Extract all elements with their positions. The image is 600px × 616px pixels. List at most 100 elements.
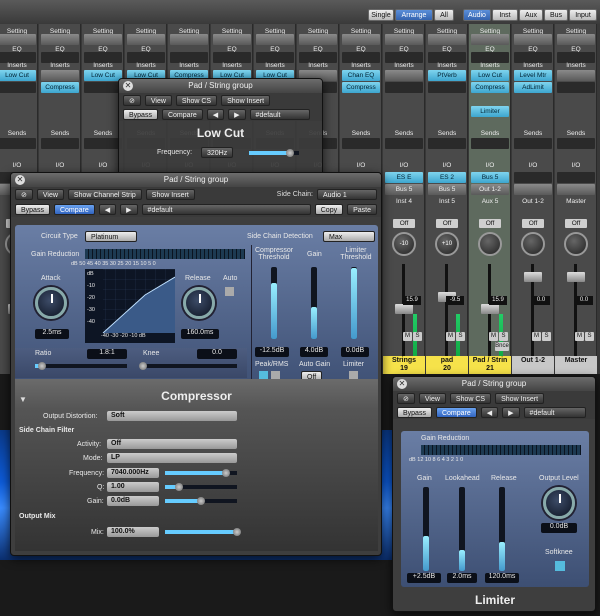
close-icon[interactable]: ✕ [123, 81, 133, 91]
insert-slot-2[interactable]: Compress [342, 82, 380, 93]
auto-release-checkbox[interactable] [225, 287, 234, 296]
preset-menu[interactable]: #default [141, 203, 311, 215]
frequency-slider[interactable] [165, 469, 237, 477]
view-menu[interactable]: View [418, 392, 446, 404]
insert-slot-2[interactable] [84, 82, 122, 93]
compare-button[interactable]: Compare [53, 203, 95, 215]
bypass-button[interactable]: Bypass [123, 108, 158, 120]
insert-slot-1[interactable]: Low Cut [84, 70, 122, 81]
side-chain-menu[interactable]: Audio 1 [317, 188, 377, 200]
insert-slot-1[interactable]: Level Mtr [514, 70, 552, 81]
slider-thumb[interactable] [197, 497, 205, 505]
insert-slot-2[interactable]: AdLimit [514, 82, 552, 93]
input-slot[interactable]: Bus 5 [471, 172, 509, 183]
attack-value[interactable]: 2.5ms [35, 329, 69, 339]
knee-value[interactable]: 0.0 [197, 349, 237, 359]
mode-menu[interactable]: LP [107, 453, 237, 463]
prev-preset-button[interactable]: ◀ [206, 108, 225, 120]
view-menu[interactable]: View [144, 94, 172, 106]
mute-button[interactable]: M [575, 332, 584, 341]
gain-slider[interactable] [311, 267, 317, 339]
input-slot[interactable]: ES E [385, 172, 423, 183]
insert-slot-2[interactable] [0, 82, 36, 93]
output-level-knob[interactable] [543, 487, 575, 519]
off-button[interactable]: Off [393, 219, 415, 228]
close-icon[interactable]: ✕ [15, 175, 25, 185]
attack-knob[interactable] [35, 287, 67, 319]
mute-button[interactable]: M [403, 332, 412, 341]
send-slot[interactable] [0, 138, 36, 149]
release-value[interactable]: 120.0ms [485, 573, 519, 583]
pan-knob[interactable]: -10 [392, 232, 416, 256]
send-slot[interactable] [557, 138, 595, 149]
next-preset-button[interactable]: ▶ [228, 108, 246, 120]
send-slot[interactable] [428, 138, 466, 149]
gain-value[interactable]: 4.0dB [300, 347, 328, 357]
off-button[interactable]: Off [479, 219, 501, 228]
show-insert-menu[interactable]: Show Insert [221, 94, 271, 106]
q-slider[interactable] [165, 483, 237, 491]
frequency-slider[interactable] [249, 149, 299, 157]
bounce-button[interactable]: Bnce [495, 342, 509, 351]
pan-knob[interactable] [521, 232, 545, 256]
pan-knob[interactable]: +10 [435, 232, 459, 256]
insert-slot-2[interactable]: Compress [41, 82, 79, 93]
toolbar-button-single[interactable]: Single [368, 9, 394, 21]
frequency-value[interactable]: 7040.000Hz [107, 468, 159, 478]
output-slot[interactable]: Out 1-2 [471, 184, 509, 195]
solo-button[interactable]: S [585, 332, 594, 341]
filter-gain-value[interactable]: 0.0dB [107, 496, 159, 506]
insert-slot-2[interactable] [557, 82, 595, 93]
show-channel-strip-menu[interactable]: Show Channel Strip [67, 188, 142, 200]
output-distortion-menu[interactable]: Soft [107, 411, 237, 421]
paste-button[interactable]: Paste [347, 203, 377, 215]
activity-menu[interactable]: Off [107, 439, 237, 449]
pan-knob[interactable] [478, 232, 502, 256]
copy-button[interactable]: Copy [314, 203, 344, 215]
close-icon[interactable]: ✕ [397, 379, 407, 389]
output-level-value[interactable]: 0.0dB [541, 523, 577, 533]
insert-slot-1[interactable]: Low Cut [471, 70, 509, 81]
next-preset-button[interactable]: ▶ [502, 406, 520, 418]
circuit-type-menu[interactable]: Platinum [85, 231, 137, 242]
output-slot[interactable]: Bus 5 [385, 184, 423, 195]
gain-value[interactable]: +2.5dB [407, 573, 441, 583]
preset-menu[interactable]: #default [523, 406, 586, 418]
next-preset-button[interactable]: ▶ [120, 203, 138, 215]
solo-button[interactable]: S [499, 332, 508, 341]
toolbar-button-inst[interactable]: Inst [492, 9, 518, 21]
slider-thumb[interactable] [222, 469, 231, 477]
fader-cap[interactable] [567, 272, 585, 282]
insert-slot-1[interactable]: Chan EQ [342, 70, 380, 81]
send-slot[interactable] [41, 138, 79, 149]
solo-button[interactable]: S [456, 332, 465, 341]
toolbar-button-input[interactable]: Input [569, 9, 597, 21]
insert-slot-2[interactable] [428, 82, 466, 93]
toolbar-button-arrange[interactable]: Arrange [395, 9, 433, 21]
toolbar-button-aux[interactable]: Aux [519, 9, 543, 21]
mute-button[interactable]: M [446, 332, 455, 341]
toolbar-button-audio[interactable]: Audio [463, 9, 491, 21]
preset-menu[interactable]: #default [249, 108, 310, 120]
show-insert-menu[interactable]: Show Insert [145, 188, 195, 200]
slider-thumb[interactable] [175, 483, 184, 491]
mute-button[interactable]: M [489, 332, 498, 341]
mute-button[interactable]: M [532, 332, 541, 341]
insert-slot-1[interactable]: Low Cut [0, 70, 36, 81]
solo-button[interactable]: S [413, 332, 422, 341]
compare-button[interactable]: Compare [161, 108, 203, 120]
toolbar-button-bus[interactable]: Bus [544, 9, 568, 21]
link-icon[interactable]: ⊘ [397, 392, 415, 404]
insert-slot-1[interactable] [557, 70, 595, 81]
lookahead-value[interactable]: 2.0ms [447, 573, 477, 583]
insert-slot-2[interactable] [385, 82, 423, 93]
show-cs-menu[interactable]: Show CS [175, 94, 218, 106]
insert-slot-1[interactable]: PtVerb [428, 70, 466, 81]
prev-preset-button[interactable]: ◀ [98, 203, 117, 215]
lookahead-slider[interactable] [459, 487, 465, 571]
release-slider[interactable] [499, 487, 505, 571]
insert-slot-1[interactable] [385, 70, 423, 81]
input-slot[interactable] [557, 172, 595, 183]
slider-thumb[interactable] [233, 528, 241, 536]
filter-gain-slider[interactable] [165, 497, 237, 505]
